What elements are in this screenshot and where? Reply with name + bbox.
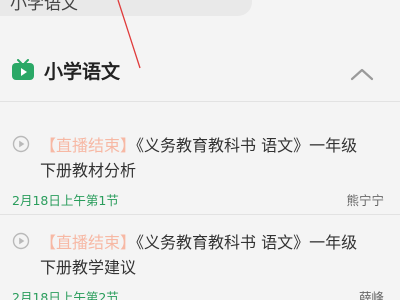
- section-header: 小学语文: [12, 54, 388, 86]
- lesson-title: 《义务教育教科书 语文》一年级: [136, 233, 358, 252]
- section-title: 小学语文: [44, 60, 121, 83]
- lesson-teacher: 熊宁宁: [346, 193, 384, 208]
- lesson-time: 2月18日上午第2节: [12, 290, 119, 300]
- collapse-button[interactable]: [348, 64, 376, 84]
- play-circle-icon: [12, 232, 30, 250]
- tv-icon: [12, 59, 34, 80]
- lesson-title-line1: 【直播结束】《义务教育教科书 语文》一年级: [40, 229, 357, 253]
- status-badge: 【直播结束】: [40, 136, 137, 155]
- chevron-up-icon: [350, 68, 374, 81]
- search-chip[interactable]: 小学语文: [0, 0, 252, 16]
- divider: [0, 214, 400, 215]
- lesson-time: 2月18日上午第1节: [12, 193, 119, 208]
- lesson-title-line2: 下册教材分析: [40, 161, 137, 180]
- divider: [0, 101, 400, 102]
- lesson-title-line2: 下册教学建议: [40, 258, 137, 277]
- play-circle-icon: [12, 135, 30, 153]
- search-chip-text: 小学语文: [10, 0, 78, 14]
- lesson-teacher: 薛峰: [358, 290, 384, 300]
- lesson-title-line1: 【直播结束】《义务教育教科书 语文》一年级: [40, 132, 357, 156]
- lesson-title: 《义务教育教科书 语文》一年级: [136, 136, 358, 155]
- status-badge: 【直播结束】: [40, 233, 137, 252]
